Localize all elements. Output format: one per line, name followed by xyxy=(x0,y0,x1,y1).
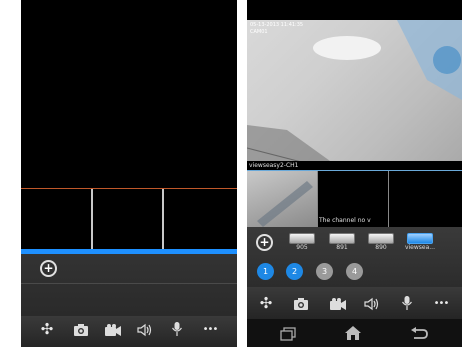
video-record-icon[interactable] xyxy=(329,296,347,310)
add-label: + xyxy=(259,235,270,249)
right-phone-screen: 05-13-2013 11:41:35 CAM01 viewseasy2-CH1… xyxy=(247,0,462,347)
main-video-view[interactable] xyxy=(21,0,237,188)
timestamp-overlay: 05-13-2013 11:41:35 xyxy=(250,22,304,28)
add-camera-button[interactable]: + xyxy=(256,234,273,251)
ptz-move-icon[interactable]: ✣ xyxy=(37,320,57,338)
camera-item-viewseasy[interactable]: viewsea... xyxy=(403,233,437,251)
tile-scene xyxy=(257,181,313,227)
microphone-icon[interactable] xyxy=(171,321,183,337)
add-label: + xyxy=(43,261,54,275)
home-icon[interactable] xyxy=(344,325,362,341)
video-tile-3[interactable] xyxy=(389,171,462,227)
channel-label: viewseasy2-CH1 xyxy=(249,162,299,169)
camera-thumbnail xyxy=(329,233,355,244)
video-tile-2[interactable] xyxy=(93,189,162,249)
camera-thumbnail xyxy=(289,233,315,244)
more-label: ••• xyxy=(433,297,450,309)
page-dot-4[interactable]: 4 xyxy=(346,263,363,280)
video-scene xyxy=(247,20,462,166)
panel-divider xyxy=(21,283,237,284)
video-record-icon[interactable] xyxy=(104,322,122,336)
page-dot-1[interactable]: 1 xyxy=(257,263,274,280)
camera-label: 891 xyxy=(336,244,348,251)
more-options-button[interactable]: ••• xyxy=(430,296,452,310)
camera-item-890[interactable]: 890 xyxy=(366,233,396,251)
camera-thumbnail-selected xyxy=(407,233,433,244)
camera-icon[interactable] xyxy=(73,322,89,336)
status-bar xyxy=(247,0,462,22)
left-phone-screen: + ✣ ••• xyxy=(21,0,237,347)
camera-label: 905 xyxy=(296,244,308,251)
ptz-glyph: ✣ xyxy=(40,320,54,338)
no-video-message: The channel no v xyxy=(319,217,371,224)
camera-thumbnail xyxy=(368,233,394,244)
more-label: ••• xyxy=(202,323,219,335)
page-number: 1 xyxy=(262,267,269,276)
recent-apps-icon[interactable] xyxy=(280,326,296,341)
microphone-icon[interactable] xyxy=(401,295,413,311)
speaker-icon[interactable] xyxy=(137,322,153,337)
speaker-icon[interactable] xyxy=(364,296,380,311)
page-number: 3 xyxy=(321,267,328,276)
video-tile-1[interactable] xyxy=(247,171,317,227)
add-camera-button[interactable]: + xyxy=(40,260,57,277)
page-number: 4 xyxy=(351,267,358,276)
camera-item-905[interactable]: 905 xyxy=(287,233,317,251)
back-icon[interactable] xyxy=(410,326,428,340)
live-video-feed[interactable] xyxy=(247,20,462,166)
more-options-button[interactable]: ••• xyxy=(199,322,221,336)
page-dot-2[interactable]: 2 xyxy=(286,263,303,280)
page-number: 2 xyxy=(291,267,298,276)
ptz-move-icon[interactable]: ✣ xyxy=(256,294,276,312)
camera-icon[interactable] xyxy=(293,296,309,310)
camera-item-891[interactable]: 891 xyxy=(327,233,357,251)
video-tile-1[interactable] xyxy=(21,189,91,249)
camera-label: 890 xyxy=(375,244,387,251)
ptz-glyph: ✣ xyxy=(259,294,273,312)
camera-label: viewsea... xyxy=(404,244,436,251)
page-dot-3[interactable]: 3 xyxy=(316,263,333,280)
camera-overlay-label: CAM01 xyxy=(250,29,268,35)
video-tile-3[interactable] xyxy=(164,189,237,249)
